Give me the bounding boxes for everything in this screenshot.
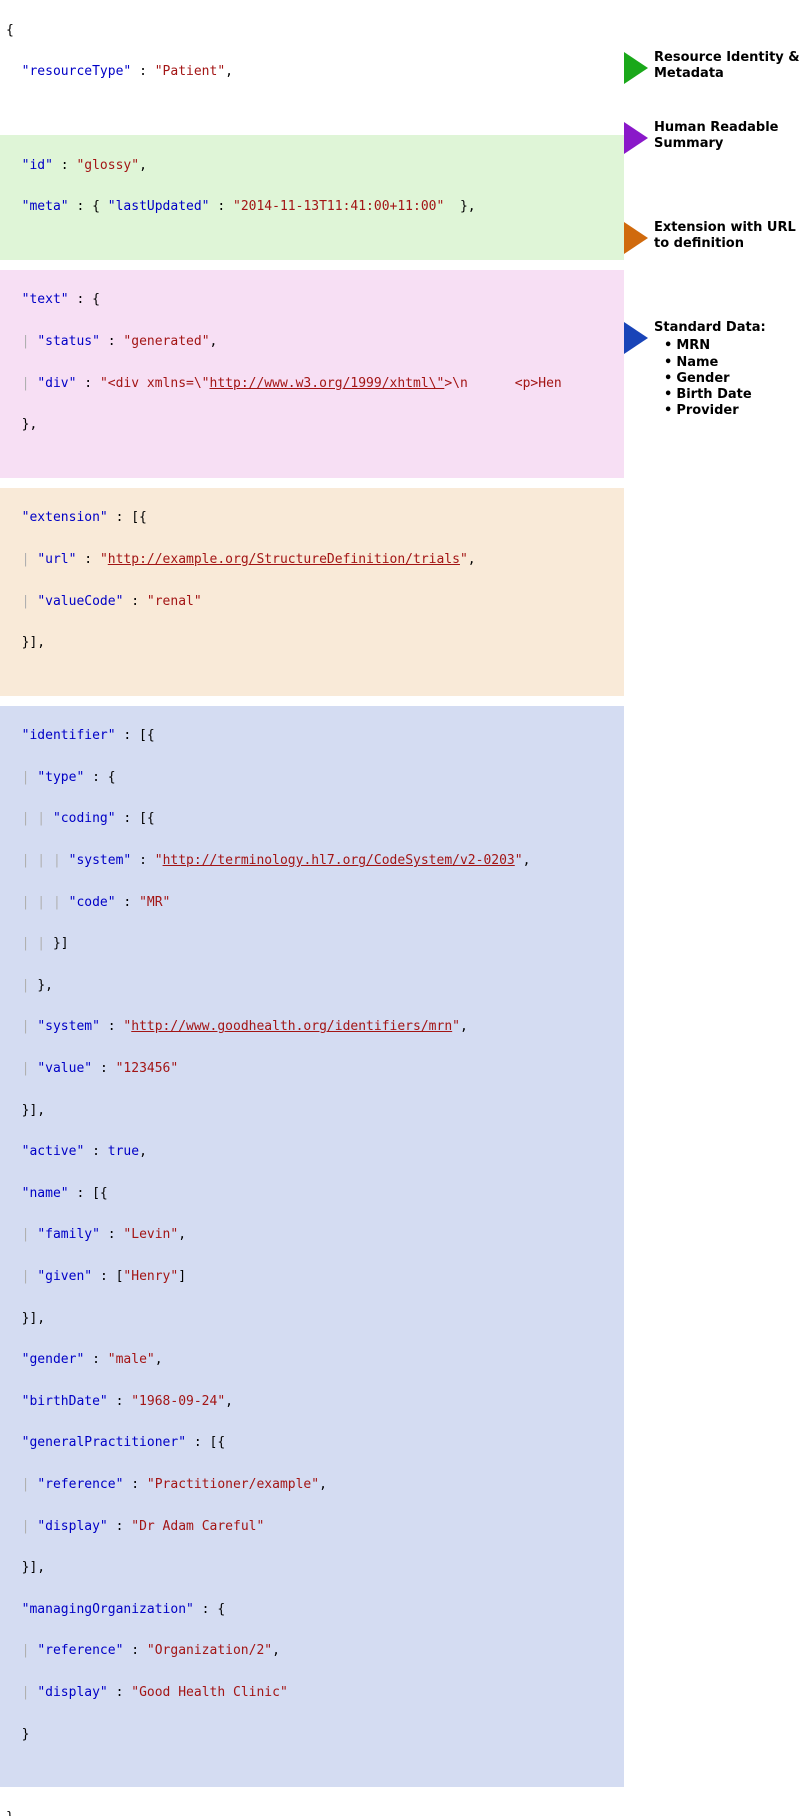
val-div-open: "<div xmlns=\" (100, 376, 210, 391)
key-value: "value" (37, 1061, 92, 1076)
close-brace: } (6, 1810, 14, 1816)
key-gender: "gender" (22, 1352, 85, 1367)
val-div-tail: >\n <p>Hen (444, 376, 561, 391)
key-extension: "extension" (22, 510, 108, 525)
list-item: Gender (664, 371, 766, 387)
annotation-summary: Human Readable Summary (624, 120, 800, 154)
key-mo-reference: "reference" (37, 1643, 123, 1658)
triangle-green-icon (624, 52, 648, 84)
annotation-data-heading: Standard Data: (654, 320, 766, 335)
code-block-text: "text" : { | "status" : "generated", | "… (0, 270, 624, 478)
val-coding-code: "MR" (139, 895, 170, 910)
key-div: "div" (37, 376, 76, 391)
val-coding-system[interactable]: http://terminology.hl7.org/CodeSystem/v2… (163, 853, 515, 868)
annotation-data-text: Standard Data: MRN Name Gender Birth Dat… (654, 320, 766, 420)
code-block-header: { "resourceType" : "Patient", (0, 0, 624, 125)
key-given: "given" (37, 1269, 92, 1284)
annotation-extension-text: Extension with URL to definition (654, 220, 800, 253)
code-block-extension: "extension" : [{ | "url" : "http://examp… (0, 488, 624, 696)
open-brace: { (6, 23, 14, 38)
val-lastUpdated: "2014-11-13T11:41:00+11:00" (233, 199, 444, 214)
key-type: "type" (37, 770, 84, 785)
val-mo-display: "Good Health Clinic" (131, 1685, 288, 1700)
key-identifier: "identifier" (22, 728, 116, 743)
key-text: "text" (22, 292, 69, 307)
val-valueCode: "renal" (147, 594, 202, 609)
val-id: "glossy" (76, 158, 139, 173)
val-gp-reference: "Practitioner/example" (147, 1477, 319, 1492)
key-coding-system: "system" (69, 853, 132, 868)
triangle-blue-icon (624, 322, 648, 354)
annotation-identity: Resource Identity & Metadata (624, 50, 800, 84)
key-birthDate: "birthDate" (22, 1394, 108, 1409)
key-resourceType: "resourceType" (22, 64, 132, 79)
key-coding: "coding" (53, 811, 116, 826)
key-valueCode: "valueCode" (37, 594, 123, 609)
val-gender: "male" (108, 1352, 155, 1367)
val-active: true (108, 1144, 139, 1159)
annotation-data: Standard Data: MRN Name Gender Birth Dat… (624, 320, 766, 420)
annotation-data-list: MRN Name Gender Birth Date Provider (654, 338, 766, 419)
key-id-system: "system" (37, 1019, 100, 1034)
val-gp-display: "Dr Adam Careful" (131, 1519, 264, 1534)
val-birthDate: "1968-09-24" (131, 1394, 225, 1409)
key-gp-reference: "reference" (37, 1477, 123, 1492)
key-meta: "meta" (22, 199, 69, 214)
annotation-extension: Extension with URL to definition (624, 220, 800, 254)
list-item: MRN (664, 338, 766, 354)
key-gp-display: "display" (37, 1519, 107, 1534)
list-item: Provider (664, 403, 766, 419)
val-mo-reference: "Organization/2" (147, 1643, 272, 1658)
annotation-identity-text: Resource Identity & Metadata (654, 50, 800, 83)
val-given: "Henry" (123, 1269, 178, 1284)
list-item: Birth Date (664, 387, 766, 403)
val-status: "generated" (123, 334, 209, 349)
triangle-purple-icon (624, 122, 648, 154)
key-coding-code: "code" (69, 895, 116, 910)
key-mo-display: "display" (37, 1685, 107, 1700)
val-div-url[interactable]: http://www.w3.org/1999/xhtml\" (210, 376, 445, 391)
page-root: { "resourceType" : "Patient", "id" : "gl… (0, 0, 800, 1816)
triangle-orange-icon (624, 222, 648, 254)
key-ext-url: "url" (37, 552, 76, 567)
key-name: "name" (22, 1186, 69, 1201)
key-mo: "managingOrganization" (22, 1602, 194, 1617)
list-item: Name (664, 355, 766, 371)
code-block-footer: } (0, 1787, 624, 1816)
key-family: "family" (37, 1227, 100, 1242)
code-block-identity: "id" : "glossy", "meta" : { "lastUpdated… (0, 135, 624, 260)
code-column: { "resourceType" : "Patient", "id" : "gl… (0, 0, 624, 1816)
annotation-summary-text: Human Readable Summary (654, 120, 800, 153)
key-id: "id" (22, 158, 53, 173)
val-id-system[interactable]: http://www.goodhealth.org/identifiers/mr… (131, 1019, 452, 1034)
key-gp: "generalPractitioner" (22, 1435, 186, 1450)
val-value: "123456" (116, 1061, 179, 1076)
val-family: "Levin" (123, 1227, 178, 1242)
key-status: "status" (37, 334, 100, 349)
code-block-data: "identifier" : [{ | "type" : { | | "codi… (0, 706, 624, 1787)
val-ext-url[interactable]: http://example.org/StructureDefinition/t… (108, 552, 460, 567)
key-active: "active" (22, 1144, 85, 1159)
key-lastUpdated: "lastUpdated" (108, 199, 210, 214)
val-resourceType: "Patient" (155, 64, 225, 79)
